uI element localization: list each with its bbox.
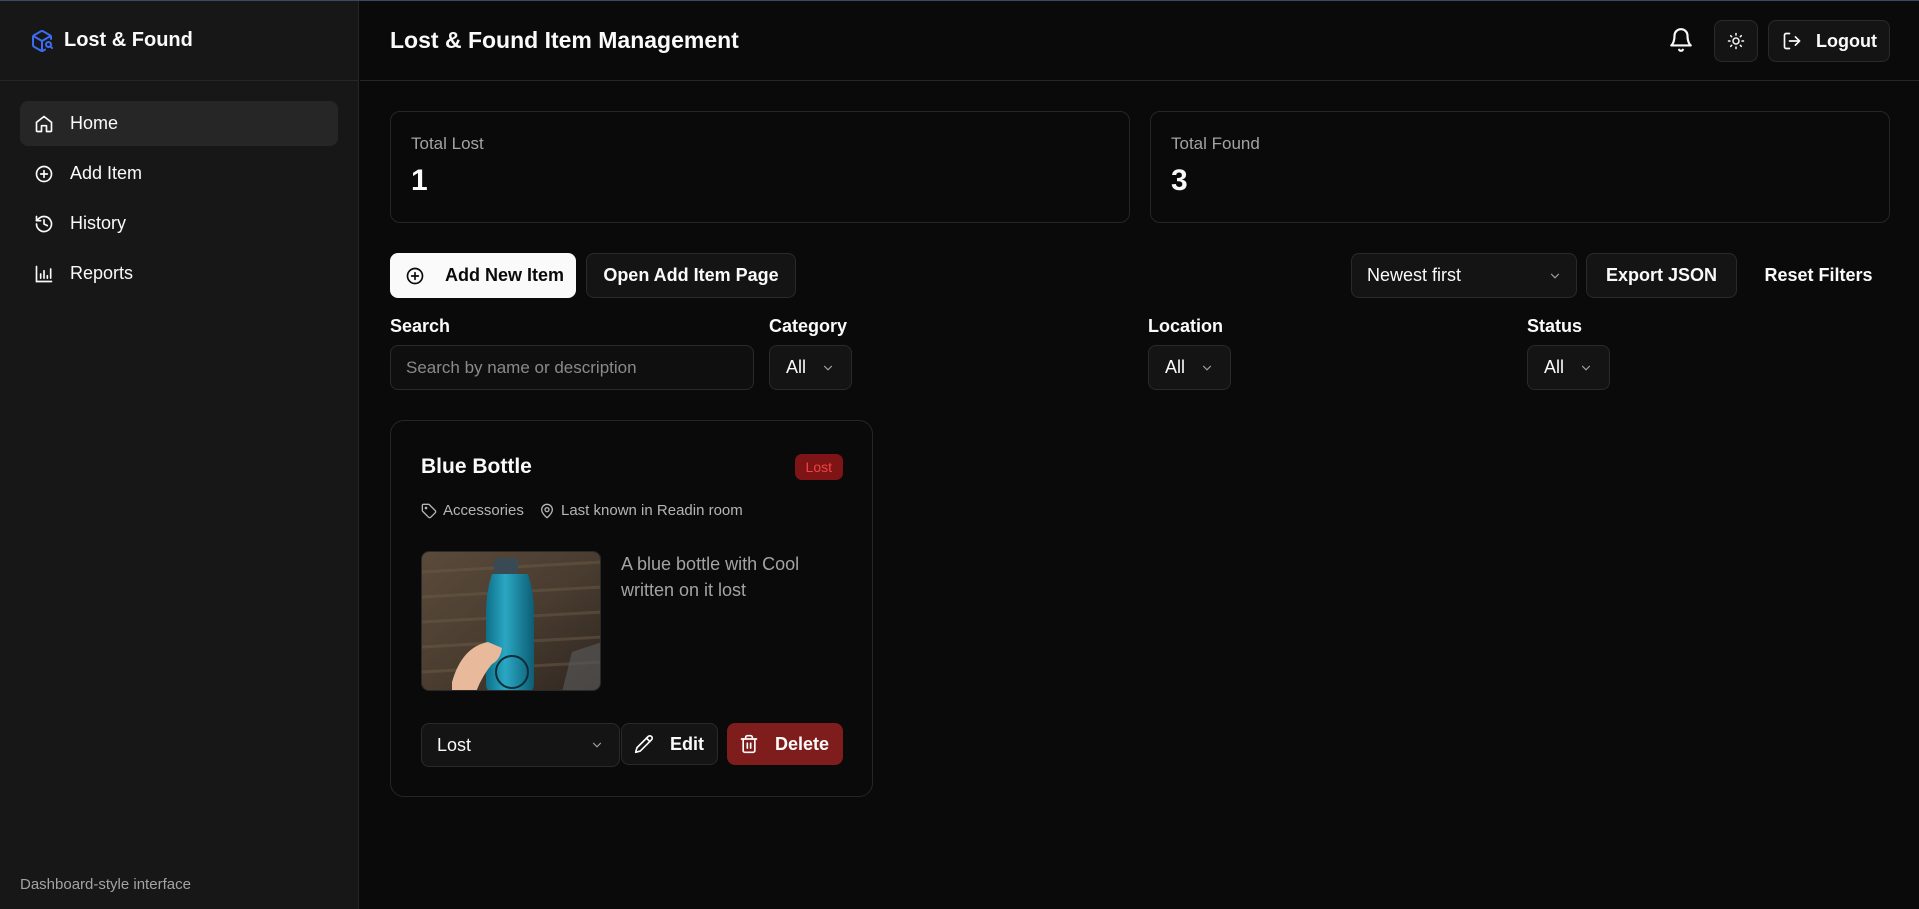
category-label: Category — [769, 316, 848, 336]
item-title: Blue Bottle — [421, 455, 532, 478]
export-json-label: Export JSON — [1605, 265, 1718, 285]
sun-icon — [1727, 32, 1745, 50]
item-description: A blue bottle with Cool written on it lo… — [621, 554, 800, 600]
stat-label: Total Lost — [411, 134, 484, 153]
chevron-down-icon — [1581, 365, 1591, 371]
chevron-down-icon — [823, 365, 833, 371]
status-select-value: All — [1544, 357, 1565, 377]
item-location: Last known in Readin room — [539, 502, 743, 519]
location-select-value: All — [1165, 357, 1186, 377]
plus-circle-icon — [35, 165, 53, 182]
sidebar-item-history[interactable]: History — [20, 201, 338, 246]
category-select[interactable]: All — [769, 345, 852, 390]
reset-filters-label: Reset Filters — [1764, 265, 1873, 285]
edit-label: Edit — [670, 733, 704, 754]
stat-card-total-found: Total Found 3 — [1150, 111, 1890, 223]
search-input[interactable] — [390, 345, 754, 390]
add-new-item-label: Add New Item — [445, 265, 565, 285]
location-select[interactable]: All — [1148, 345, 1231, 390]
edit-button[interactable]: Edit — [621, 723, 718, 765]
sort-select-value: Newest first — [1367, 265, 1462, 285]
sidebar-nav: Home Add Item History Reports — [0, 81, 358, 321]
item-location-text: Last known in Readin room — [561, 502, 743, 519]
logout-icon — [1783, 32, 1801, 50]
status-label: Status — [1527, 316, 1583, 336]
chevron-down-icon — [1550, 273, 1560, 279]
location-label: Location — [1148, 316, 1223, 336]
category-select-value: All — [786, 357, 807, 377]
bottle-photo-illustration — [422, 552, 600, 690]
bell-icon[interactable] — [1668, 27, 1694, 53]
top-header: Lost & Found Item Management Logout — [360, 1, 1919, 81]
export-json-button[interactable]: Export JSON — [1586, 253, 1737, 298]
brand[interactable]: Lost & Found — [0, 1, 358, 81]
chevron-down-icon — [592, 742, 602, 748]
sidebar-item-label: History — [70, 213, 127, 233]
delete-label: Delete — [775, 733, 830, 754]
delete-button[interactable]: Delete — [727, 723, 843, 765]
tag-icon — [421, 503, 437, 518]
brand-name: Lost & Found — [64, 29, 193, 51]
sidebar-item-home[interactable]: Home — [20, 101, 338, 146]
sidebar-item-label: Reports — [70, 263, 134, 283]
plus-circle-icon — [406, 267, 424, 284]
item-card: Blue Bottle Lost Accessories Last known … — [390, 420, 873, 797]
search-label: Search — [390, 316, 451, 336]
status-select[interactable]: All — [1527, 345, 1610, 390]
history-icon — [35, 215, 53, 232]
sidebar-item-reports[interactable]: Reports — [20, 251, 338, 296]
item-category-text: Accessories — [443, 502, 524, 519]
home-icon — [35, 115, 53, 132]
page-title: Lost & Found Item Management — [390, 27, 739, 53]
chevron-down-icon — [1202, 365, 1212, 371]
logout-button[interactable]: Logout — [1768, 20, 1890, 62]
reset-filters-button[interactable]: Reset Filters — [1747, 253, 1890, 298]
stat-card-total-lost: Total Lost 1 — [390, 111, 1130, 223]
map-pin-icon — [541, 503, 553, 518]
status-badge: Lost — [794, 454, 843, 480]
open-add-item-page-label: Open Add Item Page — [603, 265, 779, 285]
sidebar-item-add-item[interactable]: Add Item — [20, 151, 338, 196]
trash-icon — [740, 734, 758, 754]
sidebar-item-label: Home — [70, 113, 119, 133]
item-photo — [421, 551, 601, 691]
bar-chart-icon — [35, 265, 53, 282]
theme-toggle-button[interactable] — [1714, 20, 1758, 62]
stat-value: 1 — [411, 164, 428, 197]
open-add-item-page-button[interactable]: Open Add Item Page — [586, 253, 796, 298]
sidebar-footer: Dashboard-style interface — [20, 876, 191, 893]
sort-select[interactable]: Newest first — [1351, 253, 1577, 298]
item-status-select-value: Lost — [437, 734, 472, 755]
sidebar: Lost & Found Home Add Item History Repor… — [0, 1, 359, 909]
item-category: Accessories — [421, 502, 524, 519]
package-search-icon — [32, 29, 53, 52]
add-new-item-button[interactable]: Add New Item — [390, 253, 576, 298]
logout-label: Logout — [1816, 30, 1877, 51]
sidebar-item-label: Add Item — [70, 163, 143, 183]
stat-value: 3 — [1171, 164, 1188, 197]
item-status-select[interactable]: Lost — [421, 723, 620, 767]
pencil-icon — [634, 735, 653, 754]
stat-label: Total Found — [1171, 134, 1260, 153]
